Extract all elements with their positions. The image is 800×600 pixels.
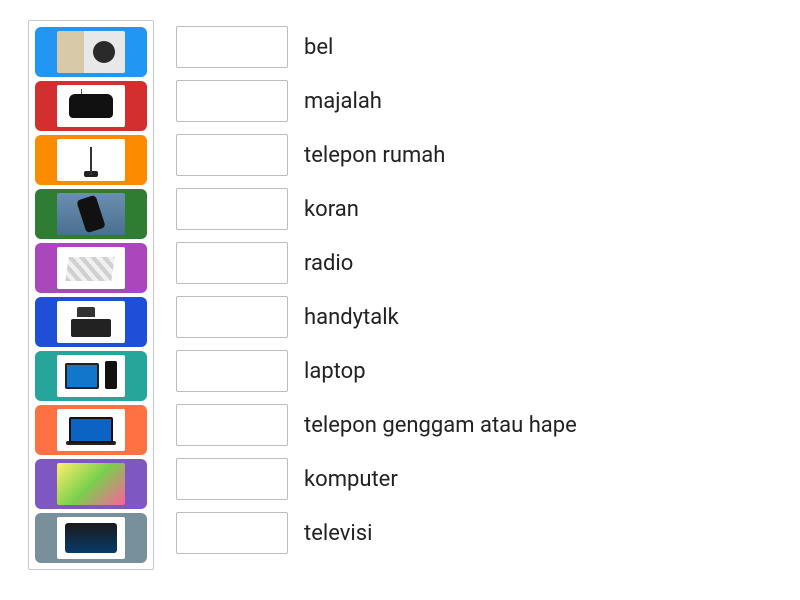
card-television-image — [57, 517, 125, 559]
card-radio[interactable] — [35, 81, 147, 131]
card-handphone[interactable] — [35, 189, 147, 239]
answer-row: bel — [176, 22, 577, 72]
drop-slot[interactable] — [176, 134, 288, 176]
answer-row: komputer — [176, 454, 577, 504]
drop-slot[interactable] — [176, 350, 288, 392]
card-computer-image — [57, 355, 125, 397]
card-magazine[interactable] — [35, 459, 147, 509]
card-bell[interactable] — [35, 27, 147, 77]
drop-slot[interactable] — [176, 458, 288, 500]
answer-row: telepon rumah — [176, 130, 577, 180]
card-television[interactable] — [35, 513, 147, 563]
drop-slot[interactable] — [176, 80, 288, 122]
answer-label: majalah — [304, 89, 382, 114]
drop-slot[interactable] — [176, 512, 288, 554]
answer-row: majalah — [176, 76, 577, 126]
answer-label: komputer — [304, 467, 398, 492]
answer-row: radio — [176, 238, 577, 288]
card-handytalk-image — [57, 139, 125, 181]
answer-label: radio — [304, 251, 353, 276]
card-newspaper-image — [57, 247, 125, 289]
card-deskphone-image — [57, 301, 125, 343]
answer-row: handytalk — [176, 292, 577, 342]
card-handphone-image — [57, 193, 125, 235]
drop-slot[interactable] — [176, 242, 288, 284]
drop-slot[interactable] — [176, 404, 288, 446]
answer-row: laptop — [176, 346, 577, 396]
answer-label: bel — [304, 35, 333, 60]
answer-row: televisi — [176, 508, 577, 558]
drop-slot[interactable] — [176, 26, 288, 68]
card-laptop-image — [57, 409, 125, 451]
card-handytalk[interactable] — [35, 135, 147, 185]
matching-activity: bel majalah telepon rumah koran radio handyta… — [28, 20, 800, 570]
answer-label: televisi — [304, 521, 372, 546]
answer-label: telepon genggam atau hape — [304, 413, 577, 438]
answer-list: bel majalah telepon rumah koran radio handyta… — [176, 20, 577, 558]
card-laptop[interactable] — [35, 405, 147, 455]
drop-slot[interactable] — [176, 188, 288, 230]
answer-row: koran — [176, 184, 577, 234]
drop-slot[interactable] — [176, 296, 288, 338]
answer-row: telepon genggam atau hape — [176, 400, 577, 450]
card-magazine-image — [57, 463, 125, 505]
answer-label: handytalk — [304, 305, 399, 330]
answer-label: telepon rumah — [304, 143, 445, 168]
card-deskphone[interactable] — [35, 297, 147, 347]
answer-label: koran — [304, 197, 359, 222]
answer-label: laptop — [304, 359, 366, 384]
card-radio-image — [57, 85, 125, 127]
card-bell-image — [57, 31, 125, 73]
card-computer[interactable] — [35, 351, 147, 401]
draggable-cards-panel — [28, 20, 154, 570]
card-newspaper[interactable] — [35, 243, 147, 293]
